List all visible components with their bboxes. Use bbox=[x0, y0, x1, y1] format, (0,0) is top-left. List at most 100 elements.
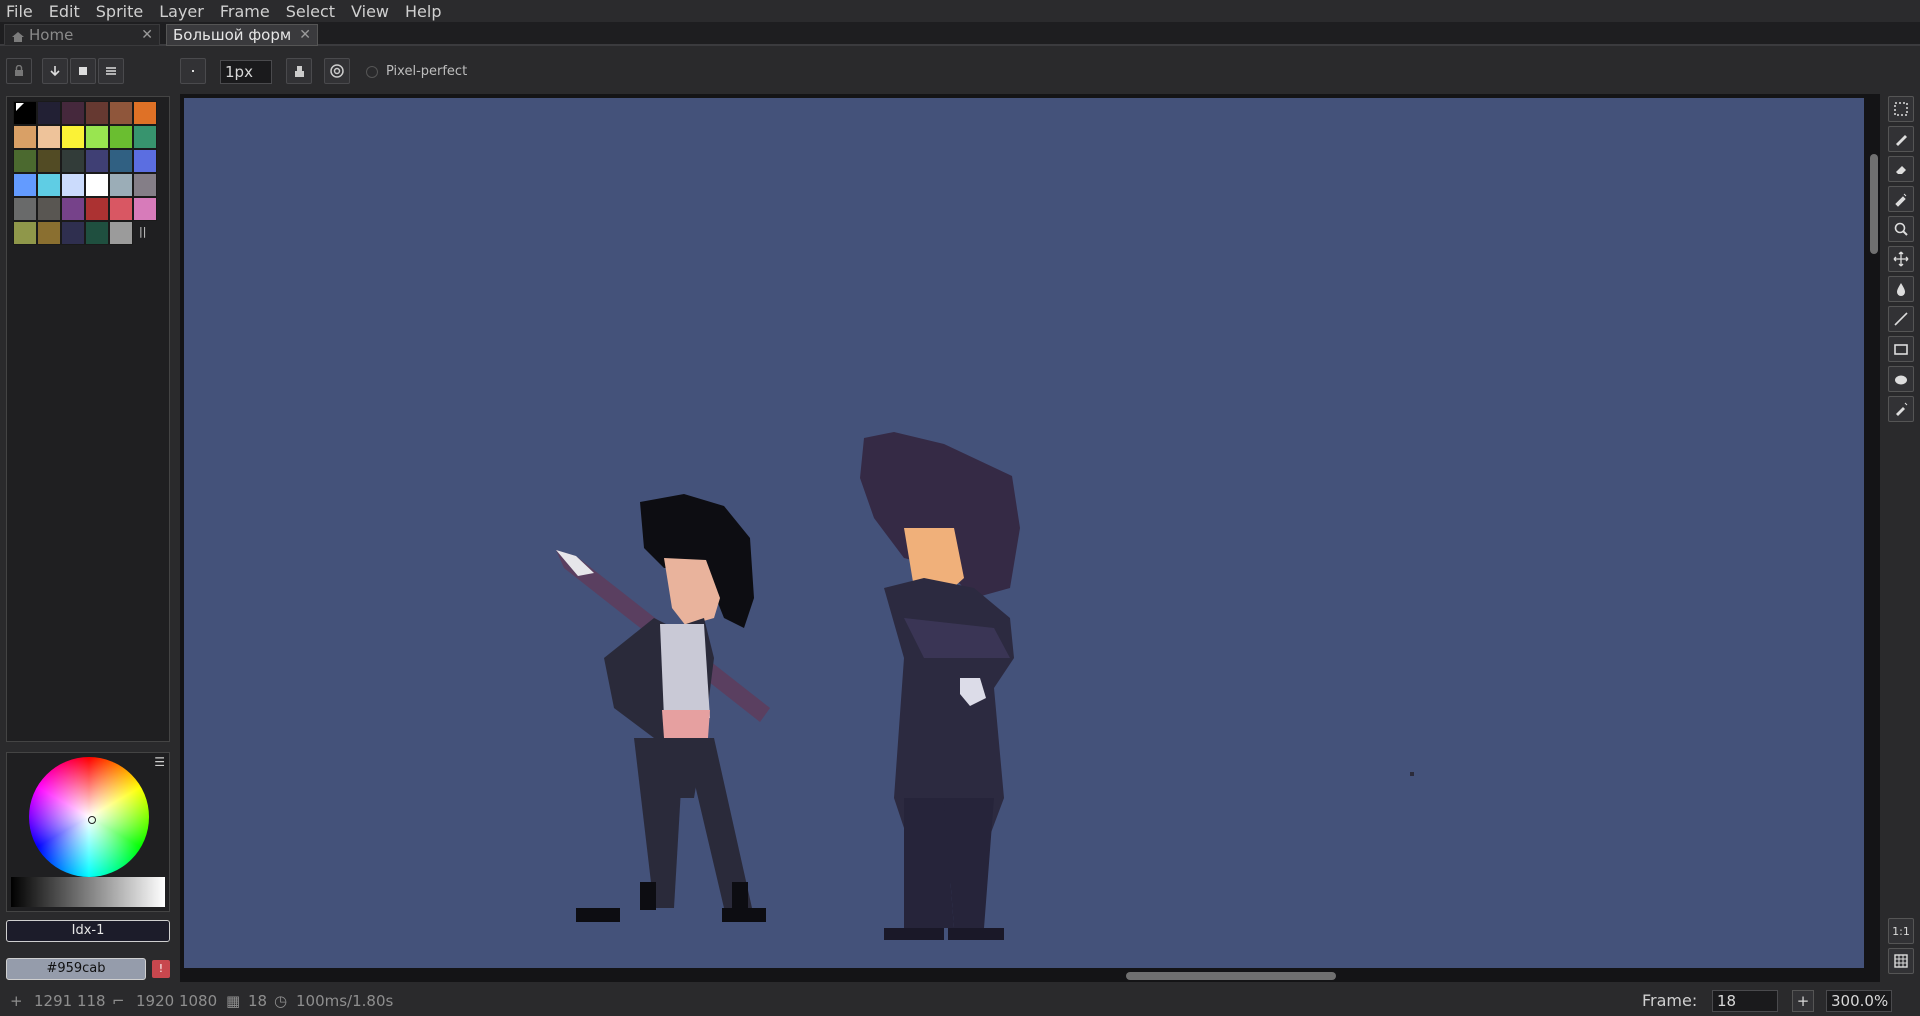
spray-icon[interactable] bbox=[1888, 396, 1914, 422]
zoom-icon[interactable] bbox=[1888, 216, 1914, 242]
palette-grid bbox=[13, 101, 157, 245]
palette-swatch[interactable] bbox=[109, 149, 133, 173]
eraser-icon[interactable] bbox=[1888, 156, 1914, 182]
line-icon[interactable] bbox=[1888, 306, 1914, 332]
marquee-icon[interactable] bbox=[1888, 96, 1914, 122]
pencil-icon[interactable] bbox=[1888, 126, 1914, 152]
palette-swatch[interactable] bbox=[37, 125, 61, 149]
palette-swatch[interactable] bbox=[37, 101, 61, 125]
ink-type-button[interactable] bbox=[286, 58, 312, 84]
palette-resize-handle[interactable]: || bbox=[139, 225, 146, 238]
sort-palette-button[interactable] bbox=[42, 58, 68, 84]
menu-sprite[interactable]: Sprite bbox=[96, 2, 151, 21]
menu-view[interactable]: View bbox=[351, 2, 397, 21]
target-icon bbox=[330, 64, 344, 78]
palette-swatch[interactable] bbox=[37, 149, 61, 173]
frame-field[interactable]: 18 bbox=[1712, 990, 1778, 1012]
palette-swatch[interactable] bbox=[85, 125, 109, 149]
canvas-size: 1920 1080 bbox=[136, 992, 218, 1010]
palette-swatch[interactable] bbox=[85, 221, 109, 245]
zoom-field[interactable]: 300.0% bbox=[1826, 990, 1892, 1012]
menu-icon bbox=[106, 67, 116, 75]
palette-swatch[interactable] bbox=[85, 149, 109, 173]
move-icon[interactable] bbox=[1888, 246, 1914, 272]
palette-swatch[interactable] bbox=[61, 221, 85, 245]
close-icon[interactable]: ✕ bbox=[141, 27, 153, 43]
palette-swatch[interactable] bbox=[13, 125, 37, 149]
palette-swatch[interactable] bbox=[61, 197, 85, 221]
lock-palette-button[interactable] bbox=[6, 58, 32, 84]
opacity-button[interactable] bbox=[324, 58, 350, 84]
palette-swatch[interactable] bbox=[61, 125, 85, 149]
one-to-one-label: 1:1 bbox=[1892, 924, 1910, 938]
sprite-canvas[interactable] bbox=[184, 98, 1864, 968]
wheel-menu-icon[interactable]: ☰ bbox=[154, 755, 165, 769]
palette-swatch[interactable] bbox=[85, 197, 109, 221]
palette-swatch[interactable] bbox=[13, 173, 37, 197]
palette-swatch[interactable] bbox=[61, 149, 85, 173]
pixel-perfect-checkbox[interactable] bbox=[366, 66, 378, 78]
palette-swatch[interactable] bbox=[109, 125, 133, 149]
palette-swatch[interactable] bbox=[85, 101, 109, 125]
canvas-editor bbox=[180, 94, 1880, 982]
selected-marker-icon bbox=[16, 103, 24, 111]
animation-duration: 100ms/1.80s bbox=[296, 992, 394, 1010]
palette-swatch[interactable] bbox=[109, 197, 133, 221]
crosshair-icon: + bbox=[10, 992, 23, 1010]
palette-swatch[interactable] bbox=[61, 101, 85, 125]
character-right bbox=[860, 432, 1020, 940]
disk-icon bbox=[79, 67, 87, 75]
arrow-down-icon bbox=[50, 66, 60, 77]
palette-swatch[interactable] bbox=[85, 173, 109, 197]
menu-layer[interactable]: Layer bbox=[159, 2, 212, 21]
one-to-one-icon[interactable]: 1:1 bbox=[1888, 918, 1914, 944]
tab-document[interactable]: Большой форм ✕ bbox=[166, 24, 318, 46]
frames-icon: ▦ bbox=[226, 992, 241, 1010]
rectangle-icon[interactable] bbox=[1888, 336, 1914, 362]
palette-swatch[interactable] bbox=[133, 197, 157, 221]
palette-swatch[interactable] bbox=[109, 173, 133, 197]
paint-bucket-icon[interactable] bbox=[1888, 276, 1914, 302]
horizontal-scrollbar[interactable] bbox=[1126, 972, 1336, 980]
tool-strip: 1:1 bbox=[1884, 94, 1918, 982]
palette-swatch[interactable] bbox=[133, 173, 157, 197]
brush-size-field[interactable]: 1px bbox=[220, 60, 272, 84]
palette-swatch[interactable] bbox=[109, 221, 133, 245]
timeline-icon[interactable] bbox=[1888, 948, 1914, 974]
palette-swatch[interactable] bbox=[61, 173, 85, 197]
palette-swatch[interactable] bbox=[109, 101, 133, 125]
vertical-scrollbar[interactable] bbox=[1870, 154, 1878, 254]
close-icon[interactable]: ✕ bbox=[299, 27, 311, 43]
menu-file[interactable]: File bbox=[6, 2, 41, 21]
blur-icon[interactable] bbox=[1888, 366, 1914, 392]
palette-swatch[interactable] bbox=[133, 149, 157, 173]
color-wheel-selector[interactable] bbox=[88, 816, 96, 824]
shade-bar[interactable] bbox=[11, 877, 165, 907]
palette-swatch[interactable] bbox=[13, 221, 37, 245]
frame-label: Frame: bbox=[1642, 991, 1698, 1010]
palette-swatch[interactable] bbox=[37, 173, 61, 197]
palette-swatch[interactable] bbox=[37, 197, 61, 221]
palette-swatch[interactable] bbox=[37, 221, 61, 245]
menu-frame[interactable]: Frame bbox=[220, 2, 278, 21]
canvas-size-icon: ⌐ bbox=[112, 992, 125, 1010]
menu-select[interactable]: Select bbox=[286, 2, 343, 21]
add-frame-button[interactable]: + bbox=[1792, 990, 1814, 1012]
sprite-artwork bbox=[556, 432, 1414, 940]
menu-edit[interactable]: Edit bbox=[49, 2, 88, 21]
eyedropper-icon[interactable] bbox=[1888, 186, 1914, 212]
save-palette-button[interactable] bbox=[70, 58, 96, 84]
palette-swatch[interactable] bbox=[133, 125, 157, 149]
palette-swatch[interactable] bbox=[133, 101, 157, 125]
color-hex-field[interactable]: #959cab bbox=[6, 958, 146, 980]
tab-home[interactable]: Home ✕ bbox=[4, 24, 160, 46]
warning-icon[interactable]: ! bbox=[152, 960, 170, 978]
color-index-field[interactable]: Idx-1 bbox=[6, 920, 170, 942]
menu-help[interactable]: Help bbox=[405, 2, 449, 21]
brush-type-button[interactable] bbox=[180, 58, 206, 84]
palette-options-button[interactable] bbox=[98, 58, 124, 84]
palette-swatch[interactable] bbox=[13, 101, 37, 125]
palette-swatch[interactable] bbox=[13, 197, 37, 221]
ink-icon bbox=[295, 66, 304, 77]
palette-swatch[interactable] bbox=[13, 149, 37, 173]
